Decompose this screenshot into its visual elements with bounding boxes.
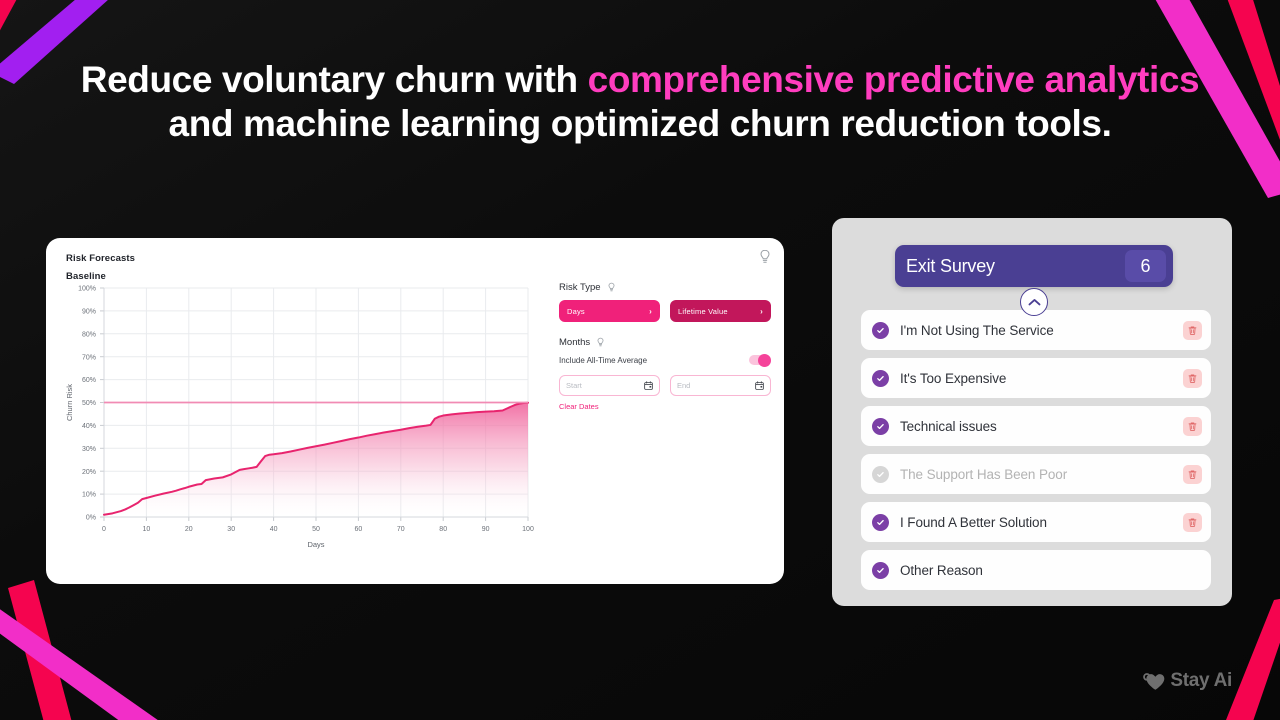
svg-text:10%: 10% — [82, 492, 96, 499]
risk-type-option-lifetime-value[interactable]: Lifetime Value › — [670, 300, 771, 322]
svg-text:100%: 100% — [78, 286, 96, 293]
svg-text:20: 20 — [185, 526, 193, 533]
stay-ai-logo-text: Stay Ai — [1170, 670, 1232, 691]
svg-text:80: 80 — [439, 526, 447, 533]
chart-y-tick-labels: 0% 10% 20% 30% 40% 50% 60% 70% 80% 90% 100% — [78, 286, 96, 522]
svg-text:30: 30 — [227, 526, 235, 533]
exit-survey-list: I'm Not Using The Service It's Too Expens… — [861, 310, 1211, 598]
lightbulb-icon[interactable] — [607, 282, 616, 293]
svg-text:10: 10 — [143, 526, 151, 533]
churn-risk-chart: 0% 10% 20% 30% 40% 50% 60% 70% 80% 90% 100% 0 10 20 3… — [60, 282, 540, 557]
svg-text:60%: 60% — [82, 377, 96, 384]
headline-line1-accent: comprehensive predictive analytics — [587, 59, 1200, 100]
risk-type-label: Risk Type — [559, 282, 601, 293]
svg-text:40%: 40% — [82, 423, 96, 430]
survey-item[interactable]: Technical issues — [861, 406, 1211, 446]
lightbulb-icon[interactable] — [758, 249, 772, 265]
svg-text:30%: 30% — [82, 446, 96, 453]
svg-text:50: 50 — [312, 526, 320, 533]
risk-type-options: Days › Lifetime Value › — [559, 300, 771, 322]
lightbulb-icon[interactable] — [596, 337, 605, 348]
svg-text:0%: 0% — [86, 515, 96, 522]
survey-item[interactable]: Other Reason — [861, 550, 1211, 590]
headline-line1-white: Reduce voluntary churn with — [80, 59, 588, 100]
survey-item-label: It's Too Expensive — [900, 370, 1007, 386]
heart-icon — [1143, 672, 1165, 690]
trash-icon[interactable] — [1183, 416, 1202, 436]
trash-icon[interactable] — [1183, 464, 1202, 484]
svg-text:90: 90 — [482, 526, 490, 533]
end-date-field[interactable]: End — [670, 375, 771, 396]
headline-line-2: and machine learning optimized churn red… — [168, 103, 1112, 144]
all-time-average-row: Include All-Time Average — [559, 353, 771, 367]
page-headline: Reduce voluntary churn with comprehensiv… — [0, 58, 1280, 146]
trash-icon[interactable] — [1183, 320, 1202, 340]
svg-text:90%: 90% — [82, 309, 96, 316]
calendar-icon[interactable] — [755, 381, 764, 390]
svg-text:20%: 20% — [82, 469, 96, 476]
chart-x-tick-labels: 0 10 20 30 40 50 60 70 80 90 100 — [102, 526, 534, 533]
check-icon[interactable] — [872, 369, 889, 387]
survey-item-label: The Support Has Been Poor — [900, 466, 1068, 482]
start-date-placeholder: Start — [566, 381, 582, 390]
exit-survey-collapse-button[interactable] — [1020, 288, 1048, 316]
survey-item-label: I Found A Better Solution — [900, 514, 1047, 530]
end-date-placeholder: End — [677, 381, 691, 390]
exit-survey-panel: Exit Survey 6 I'm Not Using The Service I… — [832, 218, 1232, 606]
svg-text:70%: 70% — [82, 354, 96, 361]
chevron-up-icon — [1028, 298, 1040, 305]
risk-type-label-row: Risk Type — [559, 282, 771, 293]
survey-item[interactable]: I'm Not Using The Service — [861, 310, 1211, 350]
start-date-field[interactable]: Start — [559, 375, 660, 396]
survey-item-label: Technical issues — [900, 418, 997, 434]
date-range-row: Start End — [559, 375, 771, 396]
exit-survey-count: 6 — [1125, 250, 1166, 282]
card-title: Risk Forecasts — [66, 253, 135, 264]
risk-type-option-lifetime-value-label: Lifetime Value — [678, 306, 728, 316]
chart-svg: 0% 10% 20% 30% 40% 50% 60% 70% 80% 90% 100% 0 10 20 3… — [65, 286, 534, 549]
svg-text:70: 70 — [397, 526, 405, 533]
all-time-average-toggle[interactable] — [749, 353, 771, 367]
stay-ai-logo: Stay Ai — [1143, 670, 1232, 692]
months-label: Months — [559, 337, 591, 348]
exit-survey-title: Exit Survey — [906, 255, 995, 276]
chevron-right-icon: › — [760, 306, 763, 316]
survey-item[interactable]: The Support Has Been Poor — [861, 454, 1211, 494]
calendar-icon[interactable] — [644, 381, 653, 390]
svg-text:40: 40 — [270, 526, 278, 533]
check-icon[interactable] — [872, 513, 889, 531]
chart-controls: Risk Type Days › Lifetime Value › Months — [559, 282, 771, 411]
all-time-average-label: Include All-Time Average — [559, 355, 648, 365]
card-subtitle: Baseline — [66, 271, 106, 282]
risk-type-option-days-label: Days — [567, 306, 585, 316]
svg-text:50%: 50% — [82, 400, 96, 407]
clear-dates-button[interactable]: Clear Dates — [559, 402, 771, 411]
svg-text:60: 60 — [355, 526, 363, 533]
chart-x-axis-title: Days — [307, 540, 324, 549]
toggle-knob — [758, 353, 771, 367]
months-label-row: Months — [559, 337, 771, 348]
trash-icon[interactable] — [1183, 512, 1202, 532]
chevron-right-icon: › — [649, 306, 652, 316]
headline-line-1: Reduce voluntary churn with comprehensiv… — [0, 58, 1280, 102]
survey-item-label: Other Reason — [900, 562, 983, 578]
check-icon[interactable] — [872, 561, 889, 579]
svg-text:0: 0 — [102, 526, 106, 533]
risk-forecast-card: Risk Forecasts Baseline 0% 10% 20% 30% 40% 50… — [46, 238, 784, 584]
survey-item[interactable]: I Found A Better Solution — [861, 502, 1211, 542]
trash-icon[interactable] — [1183, 368, 1202, 388]
svg-text:100: 100 — [522, 526, 534, 533]
chart-y-axis-title: Churn Risk — [65, 384, 74, 421]
exit-survey-header[interactable]: Exit Survey 6 — [895, 245, 1173, 287]
survey-item[interactable]: It's Too Expensive — [861, 358, 1211, 398]
svg-text:80%: 80% — [82, 331, 96, 338]
check-icon[interactable] — [872, 465, 889, 483]
check-icon[interactable] — [872, 417, 889, 435]
risk-type-option-days[interactable]: Days › — [559, 300, 660, 322]
survey-item-label: I'm Not Using The Service — [900, 322, 1054, 338]
check-icon[interactable] — [872, 321, 889, 339]
